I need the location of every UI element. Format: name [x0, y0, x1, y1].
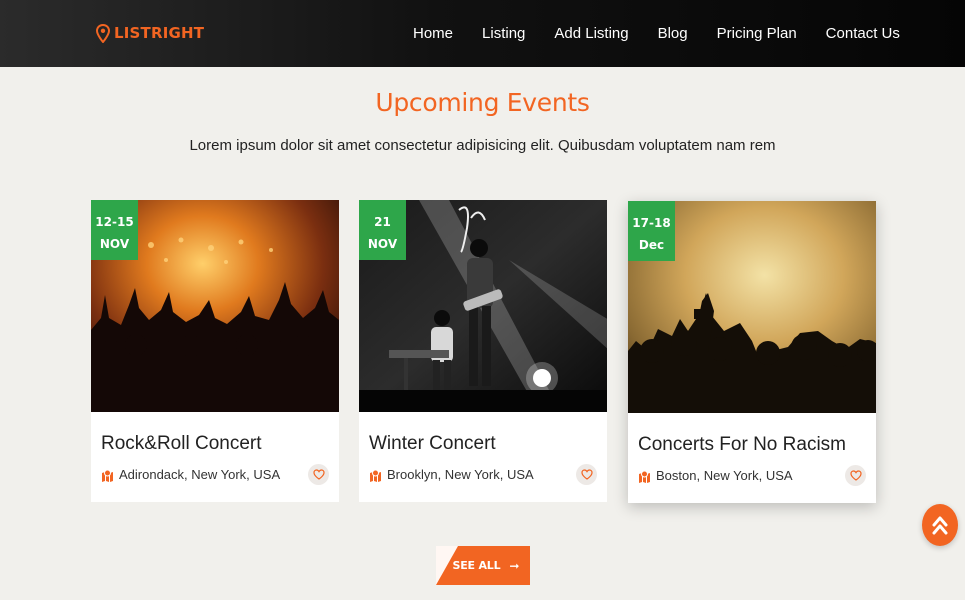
- map-location-icon: [370, 469, 381, 482]
- section-subtitle: Lorem ipsum dolor sit amet consectetur a…: [189, 137, 776, 154]
- date-days: 21: [374, 215, 391, 229]
- event-location-text: Brooklyn, New York, USA: [387, 467, 534, 482]
- date-days: 12-15: [95, 215, 134, 229]
- map-pin-icon: [96, 24, 110, 43]
- event-title[interactable]: Rock&Roll Concert: [101, 432, 262, 456]
- nav-pricing-plan[interactable]: Pricing Plan: [717, 24, 797, 44]
- heart-icon: [312, 469, 325, 480]
- nav-blog[interactable]: Blog: [658, 24, 688, 44]
- event-location: Brooklyn, New York, USA: [369, 467, 534, 483]
- date-badge: 12-15 NOV: [91, 200, 138, 260]
- scroll-to-top-button[interactable]: [922, 504, 958, 546]
- date-month: NOV: [99, 237, 130, 251]
- date-days: 17-18: [632, 216, 671, 230]
- favorite-button[interactable]: [308, 464, 329, 485]
- heart-icon: [849, 470, 862, 481]
- top-navbar: LISTRIGHT Home Listing Add Listing Blog …: [0, 0, 965, 67]
- event-card[interactable]: 21 NOV Winter Concert Brooklyn, New York…: [359, 200, 607, 502]
- date-badge: 17-18 Dec: [628, 201, 675, 261]
- nav-contact-us[interactable]: Contact Us: [826, 24, 900, 44]
- event-location: Adirondack, New York, USA: [101, 467, 280, 483]
- section-title: Upcoming Events: [375, 88, 590, 117]
- map-location-icon: [639, 470, 650, 483]
- event-location-text: Adirondack, New York, USA: [119, 467, 281, 482]
- heart-icon: [580, 469, 593, 480]
- event-card[interactable]: 12-15 NOV Rock&Roll Concert Adirondack, …: [91, 200, 339, 502]
- brand-name: LISTRIGHT: [114, 24, 205, 42]
- favorite-button[interactable]: [576, 464, 597, 485]
- event-location: Boston, New York, USA: [638, 468, 793, 484]
- main-nav: Home Listing Add Listing Blog Pricing Pl…: [413, 24, 900, 44]
- double-chevron-up-icon: [932, 516, 948, 535]
- arrow-right-icon: ➞: [509, 558, 520, 573]
- date-month: Dec: [638, 238, 665, 252]
- map-location-icon: [102, 469, 113, 482]
- nav-add-listing[interactable]: Add Listing: [554, 24, 628, 44]
- see-all-button[interactable]: SEE ALL ➞: [436, 546, 530, 585]
- event-title[interactable]: Winter Concert: [369, 432, 496, 456]
- brand-logo[interactable]: LISTRIGHT: [96, 24, 204, 43]
- nav-listing[interactable]: Listing: [482, 24, 525, 44]
- event-title[interactable]: Concerts For No Racism: [638, 433, 846, 457]
- date-badge: 21 NOV: [359, 200, 406, 260]
- nav-home[interactable]: Home: [413, 24, 453, 44]
- date-month: NOV: [367, 237, 398, 251]
- event-location-text: Boston, New York, USA: [656, 468, 793, 483]
- favorite-button[interactable]: [845, 465, 866, 486]
- see-all-label: SEE ALL: [452, 559, 501, 572]
- event-card[interactable]: 17-18 Dec Concerts For No Racism Boston,…: [628, 201, 876, 503]
